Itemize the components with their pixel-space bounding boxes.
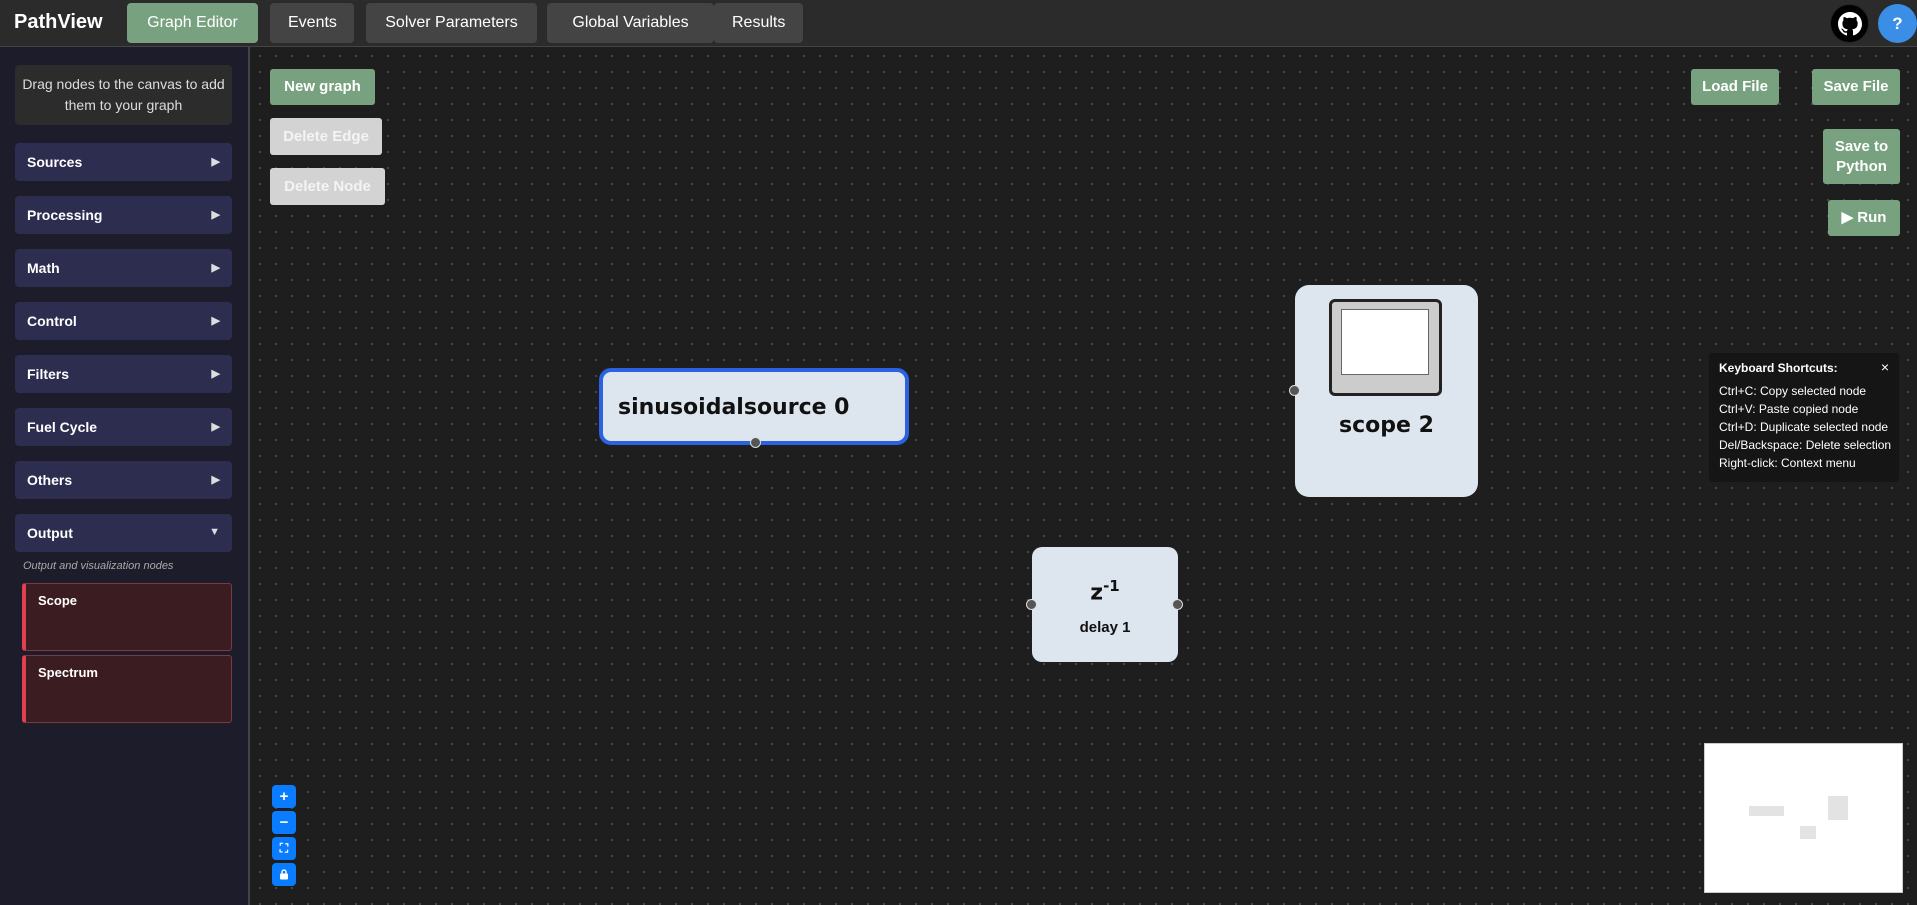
chevron-right-icon: ▶	[211, 315, 220, 327]
category-others[interactable]: Others ▶	[15, 461, 232, 499]
new-graph-button[interactable]: New graph	[270, 69, 375, 105]
lock-button[interactable]	[272, 863, 296, 886]
input-handle[interactable]	[1289, 385, 1300, 396]
shortcut-line: Del/Backspace: Delete selection	[1719, 438, 1892, 452]
shortcut-line: Right-click: Context menu	[1719, 456, 1856, 470]
close-icon[interactable]: ×	[1881, 359, 1889, 375]
github-button[interactable]	[1830, 4, 1869, 43]
chevron-right-icon: ▶	[211, 262, 220, 274]
minimap-node	[1800, 826, 1816, 839]
node-label: sinusoidalsource 0	[618, 395, 850, 420]
zoom-out-button[interactable]: −	[272, 811, 296, 834]
load-file-button[interactable]: Load File	[1691, 69, 1779, 105]
minimap-node	[1749, 806, 1784, 816]
github-icon	[1837, 11, 1862, 35]
keyboard-shortcuts-panel: Keyboard Shortcuts: × Ctrl+C: Copy selec…	[1709, 353, 1899, 482]
chevron-right-icon: ▶	[211, 209, 220, 221]
category-sources[interactable]: Sources ▶	[15, 143, 232, 181]
sidebar-hint: Drag nodes to the canvas to add them to …	[15, 65, 232, 125]
chevron-right-icon: ▶	[211, 368, 220, 380]
help-button[interactable]: ?	[1878, 4, 1917, 43]
category-label: Math	[27, 260, 60, 276]
shortcuts-title: Keyboard Shortcuts:	[1719, 361, 1838, 375]
graph-canvas[interactable]: New graph Delete Edge Delete Node Load F…	[252, 48, 1917, 905]
save-to-python-button[interactable]: Save to Python	[1823, 129, 1900, 184]
category-label: Fuel Cycle	[27, 419, 98, 435]
output-category-description: Output and visualization nodes	[23, 560, 174, 572]
output-handle[interactable]	[1172, 599, 1183, 610]
node-delay[interactable]: z-1 delay 1	[1026, 547, 1183, 662]
category-label: Others	[27, 472, 73, 488]
run-button[interactable]: ▶ Run	[1828, 200, 1900, 236]
chevron-right-icon: ▶	[211, 421, 220, 433]
node-label: delay 1	[1079, 619, 1131, 636]
delay-symbol: z-1	[1090, 577, 1120, 606]
shortcut-line: Ctrl+D: Duplicate selected node	[1719, 420, 1889, 434]
minimap-node	[1828, 796, 1848, 820]
lock-icon	[280, 869, 288, 880]
category-label: Output	[27, 525, 73, 541]
tab-solver-parameters[interactable]: Solver Parameters	[366, 3, 537, 43]
category-fuel-cycle[interactable]: Fuel Cycle ▶	[15, 408, 232, 446]
input-handle[interactable]	[1026, 599, 1037, 610]
output-handle[interactable]	[750, 437, 761, 448]
delete-edge-button[interactable]: Delete Edge	[270, 118, 382, 155]
node-palette-sidebar: Drag nodes to the canvas to add them to …	[0, 47, 250, 905]
save-file-button[interactable]: Save File	[1812, 69, 1900, 105]
chevron-right-icon: ▶	[211, 156, 220, 168]
tab-global-variables[interactable]: Global Variables	[547, 3, 714, 43]
scope-screen	[1341, 309, 1429, 375]
category-label: Control	[27, 313, 77, 329]
chevron-right-icon: ▶	[211, 474, 220, 486]
minimap[interactable]	[1704, 743, 1903, 893]
category-math[interactable]: Math ▶	[15, 249, 232, 287]
node-label: scope 2	[1339, 413, 1434, 438]
node-sinusoidalsource[interactable]: sinusoidalsource 0	[599, 368, 909, 448]
category-label: Sources	[27, 154, 83, 170]
category-control[interactable]: Control ▶	[15, 302, 232, 340]
shortcut-line: Ctrl+V: Paste copied node	[1719, 402, 1859, 416]
node-scope[interactable]: scope 2	[1289, 285, 1478, 497]
palette-node-scope[interactable]: Scope	[22, 583, 232, 651]
fit-view-button[interactable]: ⛶	[272, 837, 296, 860]
zoom-in-button[interactable]: +	[272, 785, 296, 808]
tab-events[interactable]: Events	[270, 3, 354, 43]
app-title: PathView	[14, 11, 103, 33]
category-label: Filters	[27, 366, 70, 382]
chevron-down-icon: ▼	[209, 526, 220, 538]
shortcut-line: Ctrl+C: Copy selected node	[1719, 384, 1867, 398]
tab-results[interactable]: Results	[714, 3, 803, 43]
tab-graph-editor[interactable]: Graph Editor	[127, 3, 258, 43]
delete-node-button[interactable]: Delete Node	[270, 168, 385, 205]
category-filters[interactable]: Filters ▶	[15, 355, 232, 393]
category-label: Processing	[27, 207, 103, 223]
scope-icon	[1329, 299, 1442, 396]
palette-node-spectrum[interactable]: Spectrum	[22, 655, 232, 723]
category-output[interactable]: Output ▼	[15, 514, 232, 552]
top-bar: PathView Graph Editor Events Solver Para…	[0, 0, 1917, 47]
category-processing[interactable]: Processing ▶	[15, 196, 232, 234]
